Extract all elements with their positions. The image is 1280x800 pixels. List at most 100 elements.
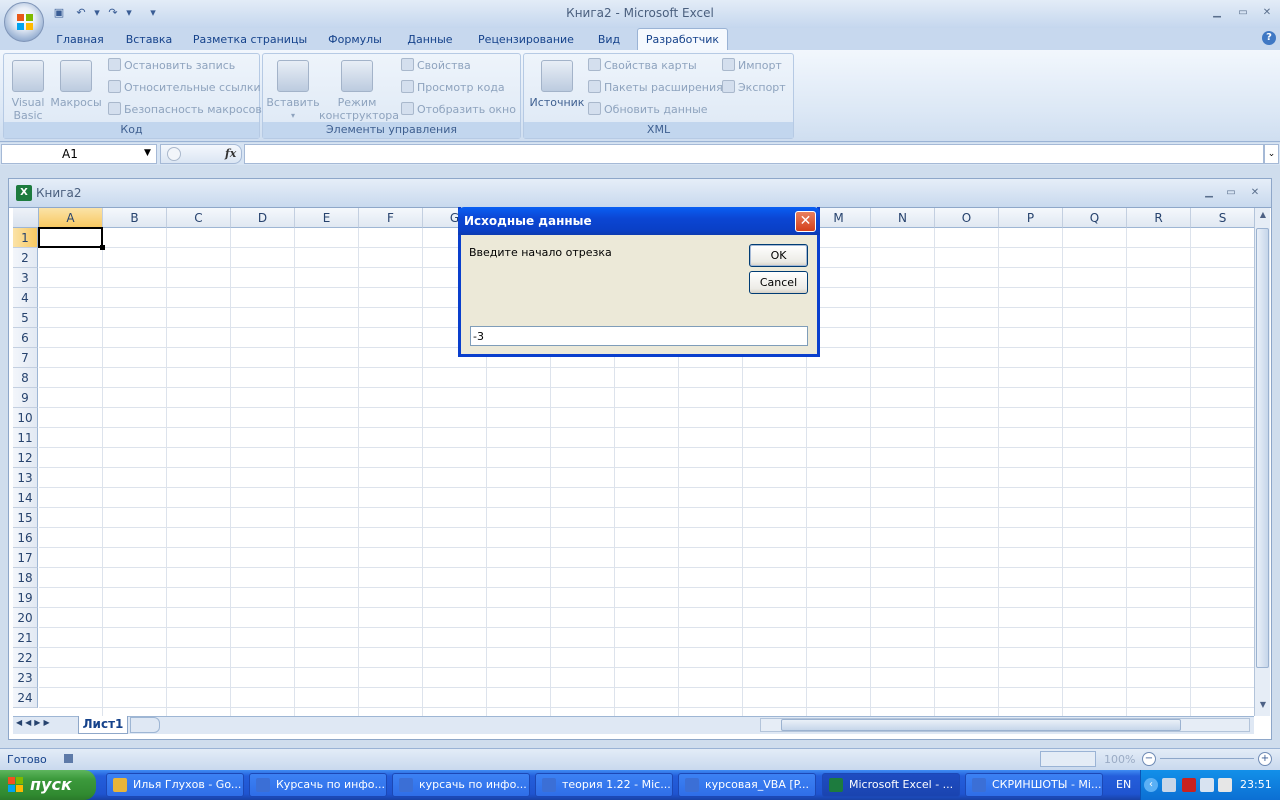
safe-remove-icon[interactable] <box>1218 778 1232 792</box>
sheet-navigation[interactable]: ◀◀▶▶ <box>16 718 74 732</box>
column-header-d[interactable]: D <box>231 208 295 228</box>
row-header-6[interactable]: 6 <box>13 328 38 348</box>
row-header-21[interactable]: 21 <box>13 628 38 648</box>
properties-button[interactable]: Свойства <box>401 58 471 74</box>
dialog-close-icon[interactable]: ✕ <box>795 211 816 232</box>
wb-minimize-icon[interactable]: ▁ <box>1200 186 1218 200</box>
export-button[interactable]: Экспорт <box>722 80 786 96</box>
undo-dropdown-icon[interactable]: ▾ <box>90 6 104 20</box>
name-box-dropdown-icon[interactable]: ▼ <box>144 148 151 158</box>
row-header-22[interactable]: 22 <box>13 648 38 668</box>
row-header-23[interactable]: 23 <box>13 668 38 688</box>
column-header-f[interactable]: F <box>359 208 423 228</box>
macro-record-icon[interactable] <box>64 754 73 763</box>
fx-button[interactable]: fx <box>225 147 236 160</box>
import-button[interactable]: Импорт <box>722 58 782 74</box>
cancel-button[interactable]: Cancel <box>749 271 808 294</box>
tab-data[interactable]: Данные <box>398 32 462 50</box>
refresh-data-button[interactable]: Обновить данные <box>588 102 708 118</box>
row-header-24[interactable]: 24 <box>13 688 38 708</box>
hscroll-thumb[interactable] <box>781 719 1181 731</box>
column-header-o[interactable]: O <box>935 208 999 228</box>
row-header-17[interactable]: 17 <box>13 548 38 568</box>
taskbar-item[interactable]: теория 1.22 - Mic... <box>535 773 673 797</box>
minimize-icon[interactable]: ▁ <box>1208 6 1226 20</box>
view-code-button[interactable]: Просмотр кода <box>401 80 505 96</box>
row-header-13[interactable]: 13 <box>13 468 38 488</box>
row-header-19[interactable]: 19 <box>13 588 38 608</box>
language-indicator[interactable]: EN <box>1116 778 1131 791</box>
column-header-c[interactable]: C <box>167 208 231 228</box>
row-header-3[interactable]: 3 <box>13 268 38 288</box>
save-icon[interactable]: ▣ <box>52 6 66 20</box>
tab-insert[interactable]: Вставка <box>118 32 180 50</box>
media-icon[interactable] <box>1182 778 1196 792</box>
source-button[interactable]: Источник <box>528 60 586 109</box>
zoom-in-icon[interactable]: + <box>1258 752 1272 766</box>
expand-formula-icon[interactable]: ⌄ <box>1264 144 1279 164</box>
office-button[interactable] <box>4 2 44 42</box>
taskbar-item[interactable]: курсовая_VBA [P... <box>678 773 816 797</box>
fill-handle[interactable] <box>100 245 105 250</box>
network-icon[interactable] <box>1162 778 1176 792</box>
macros-button[interactable]: Макросы <box>50 60 102 109</box>
view-buttons[interactable] <box>1040 751 1096 767</box>
expansion-packs-button[interactable]: Пакеты расширения <box>588 80 723 96</box>
row-header-10[interactable]: 10 <box>13 408 38 428</box>
column-header-r[interactable]: R <box>1127 208 1191 228</box>
row-header-14[interactable]: 14 <box>13 488 38 508</box>
column-header-q[interactable]: Q <box>1063 208 1127 228</box>
horizontal-scrollbar[interactable] <box>760 718 1250 732</box>
selected-cell[interactable] <box>38 227 103 248</box>
row-header-4[interactable]: 4 <box>13 288 38 308</box>
taskbar-item[interactable]: Microsoft Excel - ... <box>822 773 960 797</box>
row-header-18[interactable]: 18 <box>13 568 38 588</box>
select-all-corner[interactable] <box>13 208 39 228</box>
row-header-9[interactable]: 9 <box>13 388 38 408</box>
row-header-12[interactable]: 12 <box>13 448 38 468</box>
tab-home[interactable]: Главная <box>50 32 110 50</box>
zoom-slider[interactable]: − + <box>1142 751 1272 767</box>
taskbar-item[interactable]: СКРИНШОТЫ - Mi... <box>965 773 1103 797</box>
taskbar-item[interactable]: Курсачь по инфо... <box>249 773 387 797</box>
formula-input[interactable] <box>244 144 1264 164</box>
design-mode-button[interactable]: Режим конструктора <box>319 60 399 122</box>
tab-view[interactable]: Вид <box>590 32 628 50</box>
row-header-8[interactable]: 8 <box>13 368 38 388</box>
stop-recording-button[interactable]: Остановить запись <box>108 58 235 74</box>
wb-close-icon[interactable]: ✕ <box>1246 186 1264 200</box>
column-header-p[interactable]: P <box>999 208 1063 228</box>
name-box[interactable]: A1 <box>1 144 157 164</box>
row-header-20[interactable]: 20 <box>13 608 38 628</box>
zoom-out-icon[interactable]: − <box>1142 752 1156 766</box>
ok-button[interactable]: OK <box>749 244 808 267</box>
insert-control-button[interactable]: Вставить ▾ <box>265 60 321 122</box>
row-header-1[interactable]: 1 <box>13 228 38 248</box>
map-properties-button[interactable]: Свойства карты <box>588 58 697 74</box>
insert-sheet-icon[interactable] <box>130 717 160 733</box>
row-header-2[interactable]: 2 <box>13 248 38 268</box>
dialog-input[interactable] <box>470 326 808 346</box>
row-header-11[interactable]: 11 <box>13 428 38 448</box>
expand-icon[interactable] <box>167 147 181 161</box>
customize-qat-icon[interactable]: ▾ <box>146 6 160 20</box>
vertical-scrollbar[interactable]: ▲ ▼ <box>1254 208 1270 716</box>
column-header-n[interactable]: N <box>871 208 935 228</box>
scroll-thumb[interactable] <box>1256 228 1269 668</box>
row-header-7[interactable]: 7 <box>13 348 38 368</box>
scroll-up-icon[interactable]: ▲ <box>1257 210 1269 224</box>
wb-restore-icon[interactable]: ▭ <box>1222 186 1240 200</box>
macro-security-button[interactable]: Безопасность макросов <box>108 102 262 118</box>
visual-basic-button[interactable]: Visual Basic <box>8 60 48 122</box>
connection-icon[interactable] <box>1200 778 1214 792</box>
column-header-b[interactable]: B <box>103 208 167 228</box>
tab-developer[interactable]: Разработчик <box>637 28 728 52</box>
tab-review[interactable]: Рецензирование <box>472 32 580 50</box>
tab-page-layout[interactable]: Разметка страницы <box>190 32 310 50</box>
column-header-a[interactable]: A <box>39 208 103 228</box>
tray-expand-icon[interactable]: ‹ <box>1144 778 1158 792</box>
undo-icon[interactable]: ↶ <box>74 6 88 20</box>
row-header-16[interactable]: 16 <box>13 528 38 548</box>
show-window-button[interactable]: Отобразить окно <box>401 102 516 118</box>
redo-dropdown-icon[interactable]: ▾ <box>122 6 136 20</box>
